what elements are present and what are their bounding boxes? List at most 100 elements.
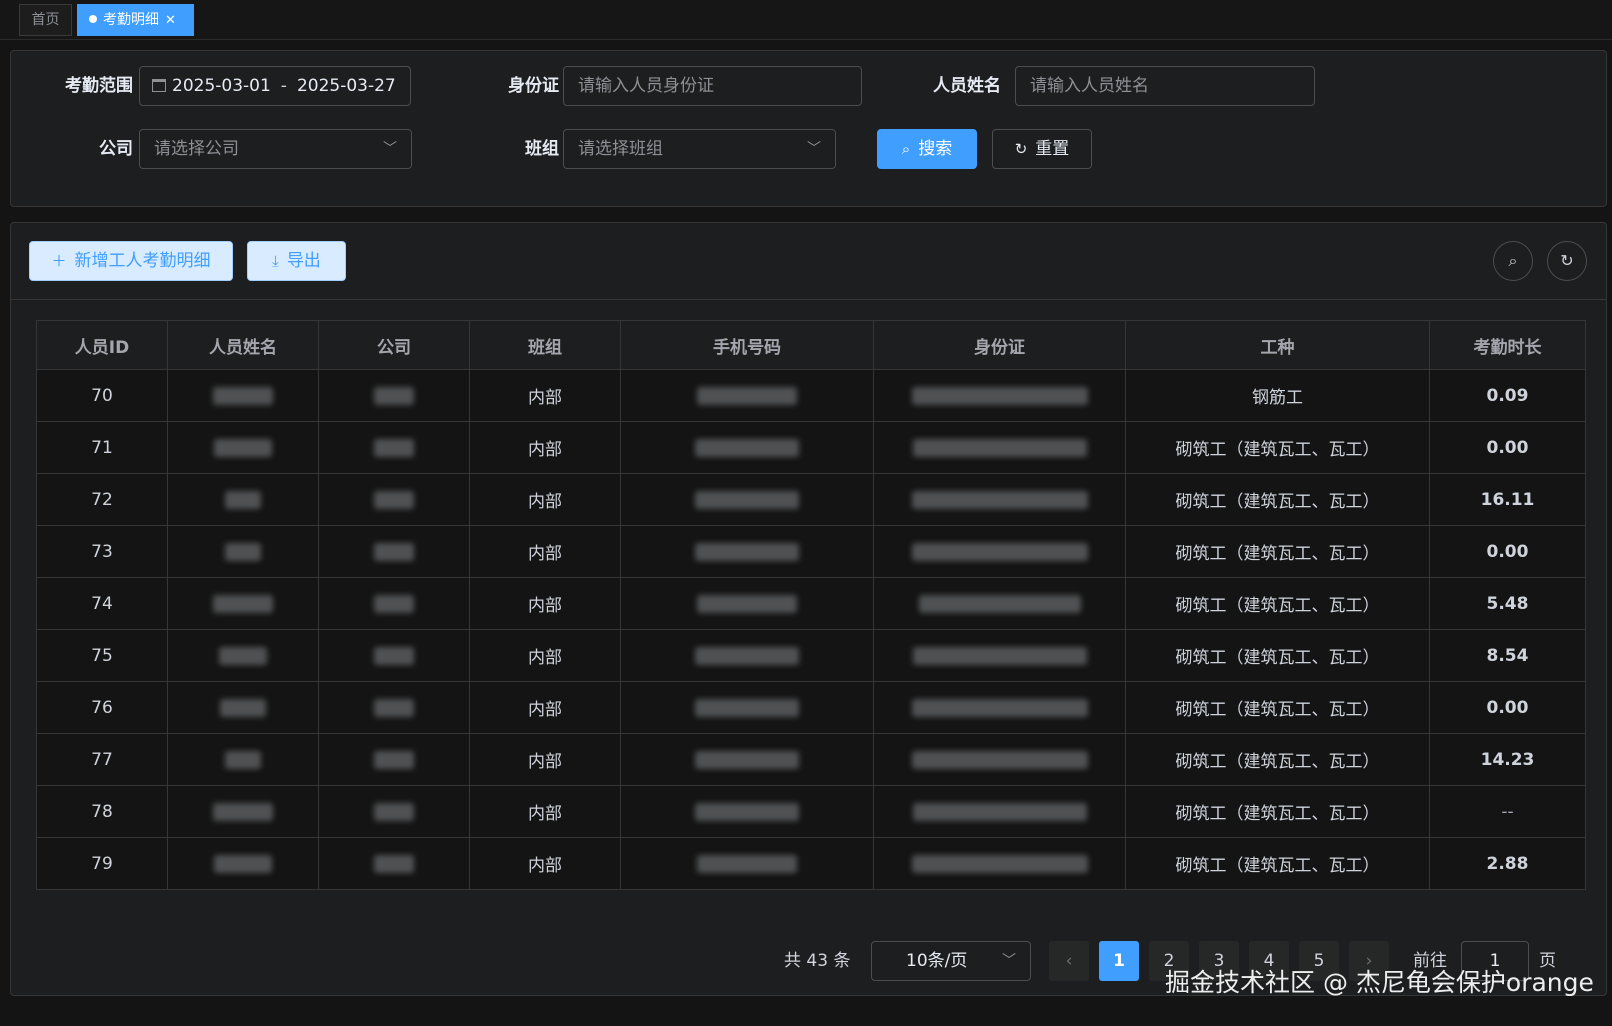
company-placeholder: 请选择公司 <box>154 139 239 159</box>
cell-person-name <box>167 577 319 630</box>
redacted-value <box>911 854 1088 873</box>
cell-duration[interactable]: 0.09 <box>1429 369 1586 422</box>
tab-attendance-detail[interactable]: 考勤明细 ✕ <box>77 4 194 36</box>
cell-team: 内部 <box>469 525 621 578</box>
redacted-value <box>374 542 414 561</box>
search-toggle-icon[interactable]: ⌕ <box>1493 241 1533 281</box>
column-header[interactable]: 工种 <box>1125 320 1430 370</box>
cell-person-name <box>167 785 319 838</box>
redacted-value <box>374 646 414 665</box>
idcard-input[interactable]: 请输入人员身份证 <box>563 66 862 106</box>
redacted-value <box>695 750 799 769</box>
cell-company <box>318 421 470 474</box>
add-attendance-button[interactable]: ＋ 新增工人考勤明细 <box>29 241 233 281</box>
search-button[interactable]: ⌕ 搜索 <box>877 129 977 169</box>
table-row[interactable]: 72 内部 砌筑工（建筑瓦工、瓦工） 16.11 <box>36 473 1586 526</box>
cell-person-name <box>167 421 319 474</box>
cell-person-id: 72 <box>36 473 168 526</box>
cell-duration[interactable]: 8.54 <box>1429 629 1586 682</box>
cell-company <box>318 837 470 890</box>
cell-trade: 砌筑工（建筑瓦工、瓦工） <box>1125 525 1430 578</box>
cell-company <box>318 473 470 526</box>
cell-phone <box>620 681 874 734</box>
redacted-value <box>374 750 414 769</box>
cell-duration[interactable]: 14.23 <box>1429 733 1586 786</box>
redacted-value <box>213 802 273 821</box>
redacted-value <box>214 854 272 873</box>
cell-person-id: 74 <box>36 577 168 630</box>
tab-home[interactable]: 首页 <box>19 4 72 36</box>
cell-person-name <box>167 473 319 526</box>
cell-person-id: 78 <box>36 785 168 838</box>
name-input[interactable]: 请输入人员姓名 <box>1015 66 1315 106</box>
table-body: 70 内部 钢筋工 0.09 71 内部 砌筑工（建筑瓦工、瓦工） 0.00 72 内部 砌筑工（建… <box>36 369 1586 890</box>
column-header[interactable]: 班组 <box>469 320 621 370</box>
redacted-value <box>374 854 414 873</box>
redacted-value <box>911 750 1088 769</box>
cell-duration[interactable]: 2.88 <box>1429 837 1586 890</box>
export-button[interactable]: ⤓ 导出 <box>247 241 346 281</box>
table-row[interactable]: 70 内部 钢筋工 0.09 <box>36 369 1586 422</box>
company-select[interactable]: 请选择公司 ﹀ <box>139 129 412 169</box>
chevron-down-icon: ﹀ <box>807 141 821 157</box>
chevron-left-icon[interactable]: ‹ <box>1049 941 1089 981</box>
cell-phone <box>620 525 874 578</box>
redacted-value <box>695 698 799 717</box>
table-row[interactable]: 77 内部 砌筑工（建筑瓦工、瓦工） 14.23 <box>36 733 1586 786</box>
redacted-value <box>214 438 272 457</box>
page-size-select[interactable]: 10条/页 ﹀ <box>871 941 1031 981</box>
calendar-icon <box>152 79 166 92</box>
tab-label: 考勤明细 <box>103 12 159 28</box>
close-icon[interactable]: ✕ <box>165 13 176 28</box>
redacted-value <box>225 490 261 509</box>
cell-idcard <box>873 733 1126 786</box>
reset-button[interactable]: ↻ 重置 <box>992 129 1092 169</box>
redacted-value <box>695 438 799 457</box>
column-header[interactable]: 公司 <box>318 320 470 370</box>
cell-trade: 砌筑工（建筑瓦工、瓦工） <box>1125 577 1430 630</box>
cell-duration[interactable]: 0.00 <box>1429 421 1586 474</box>
redacted-value <box>219 646 267 665</box>
table-row[interactable]: 71 内部 砌筑工（建筑瓦工、瓦工） 0.00 <box>36 421 1586 474</box>
cell-phone <box>620 577 874 630</box>
cell-phone <box>620 733 874 786</box>
export-button-label: 导出 <box>286 251 321 271</box>
column-header[interactable]: 人员ID <box>36 320 168 370</box>
table-row[interactable]: 74 内部 砌筑工（建筑瓦工、瓦工） 5.48 <box>36 577 1586 630</box>
cell-duration[interactable]: 16.11 <box>1429 473 1586 526</box>
team-select[interactable]: 请选择班组 ﹀ <box>563 129 836 169</box>
refresh-icon[interactable]: ↻ <box>1547 241 1587 281</box>
table-row[interactable]: 76 内部 砌筑工（建筑瓦工、瓦工） 0.00 <box>36 681 1586 734</box>
column-header[interactable]: 人员姓名 <box>167 320 319 370</box>
column-header[interactable]: 考勤时长 <box>1429 320 1586 370</box>
redacted-value <box>918 594 1081 613</box>
redacted-value <box>374 386 414 405</box>
page-button[interactable]: 1 <box>1099 941 1139 981</box>
cell-team: 内部 <box>469 837 621 890</box>
cell-person-name <box>167 629 319 682</box>
cell-person-name <box>167 369 319 422</box>
table-row[interactable]: 75 内部 砌筑工（建筑瓦工、瓦工） 8.54 <box>36 629 1586 682</box>
date-separator: - <box>280 76 287 96</box>
cell-idcard <box>873 577 1126 630</box>
add-button-label: 新增工人考勤明细 <box>74 251 211 271</box>
column-header[interactable]: 手机号码 <box>620 320 874 370</box>
table-row[interactable]: 79 内部 砌筑工（建筑瓦工、瓦工） 2.88 <box>36 837 1586 890</box>
cell-duration[interactable]: 5.48 <box>1429 577 1586 630</box>
table-header-row: 人员ID 人员姓名 公司 班组 手机号码 身份证 工种 考勤时长 <box>36 320 1586 370</box>
redacted-value <box>912 438 1087 457</box>
date-range-picker[interactable]: 2025-03-01-2025-03-27 <box>139 66 411 106</box>
cell-idcard <box>873 525 1126 578</box>
table-row[interactable]: 78 内部 砌筑工（建筑瓦工、瓦工） -- <box>36 785 1586 838</box>
date-end: 2025-03-27 <box>296 76 396 96</box>
cell-trade: 砌筑工（建筑瓦工、瓦工） <box>1125 473 1430 526</box>
cell-duration[interactable]: 0.00 <box>1429 525 1586 578</box>
cell-phone <box>620 629 874 682</box>
column-header[interactable]: 身份证 <box>873 320 1126 370</box>
cell-company <box>318 369 470 422</box>
cell-trade: 砌筑工（建筑瓦工、瓦工） <box>1125 837 1430 890</box>
cell-duration[interactable]: -- <box>1429 785 1586 838</box>
cell-duration[interactable]: 0.00 <box>1429 681 1586 734</box>
redacted-value <box>225 750 261 769</box>
table-row[interactable]: 73 内部 砌筑工（建筑瓦工、瓦工） 0.00 <box>36 525 1586 578</box>
